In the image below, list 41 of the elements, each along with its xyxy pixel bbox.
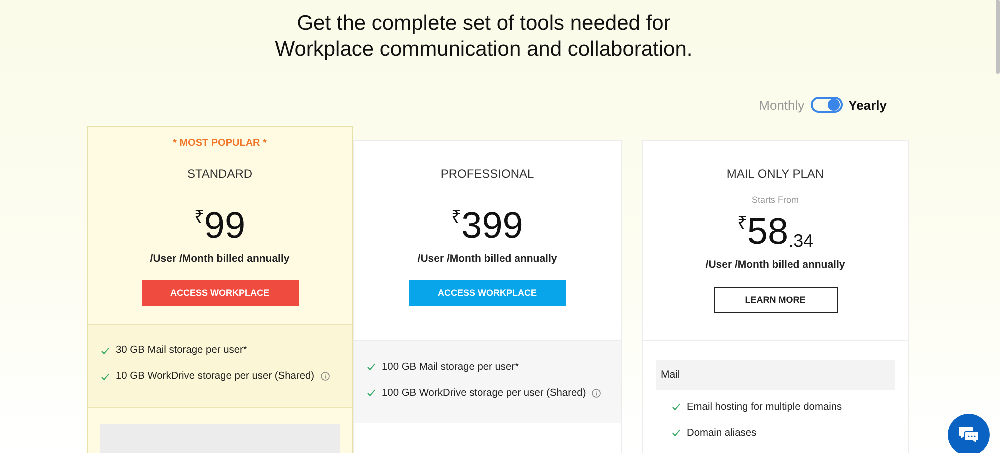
check-icon [367, 389, 376, 397]
feature-text: 10 GB WorkDrive storage per user (Shared) [116, 371, 315, 382]
chat-button[interactable] [948, 414, 990, 453]
starts-from-label: Starts From [752, 194, 799, 207]
learn-more-button[interactable]: LEARN MORE [714, 287, 838, 313]
check-icon [101, 346, 110, 355]
access-button[interactable]: ACCESS WORKPLACE [142, 280, 298, 306]
yearly-label: Yearly [848, 98, 887, 112]
plan-name: MAIL ONLY PLAN [726, 166, 824, 183]
billing-period: /User /Month billed annually [706, 258, 846, 273]
check-icon [672, 429, 681, 437]
plan-name: STANDARD [187, 166, 253, 183]
feature-text: 100 GB WorkDrive storage per user (Shared) [382, 388, 586, 398]
billing-period: /User /Month billed annually [418, 252, 558, 267]
page-heading: Workplace communication and collaboration. [275, 37, 693, 63]
feature-text: Email hosting for multiple domains [687, 402, 842, 412]
billing-toggle[interactable] [810, 97, 843, 113]
currency-symbol: ₹ [452, 206, 462, 228]
plan-price: 99 [204, 204, 246, 248]
check-icon [101, 372, 110, 381]
feature-text: Domain aliases [687, 428, 757, 438]
check-icon [672, 403, 681, 411]
plan-name: PROFESSIONAL [440, 166, 534, 183]
currency-symbol: ₹ [194, 206, 204, 228]
price-decimals: .34 [788, 230, 814, 252]
feature-text: 30 GB Mail storage per user* [116, 345, 248, 356]
feature-text: 100 GB Mail storage per user* [382, 362, 520, 372]
plan-price: 399 [462, 204, 524, 248]
info-icon[interactable] [320, 372, 330, 382]
access-button[interactable]: ACCESS WORKPLACE [409, 280, 566, 306]
info-icon[interactable] [592, 388, 602, 398]
chat-icon [958, 426, 980, 444]
monthly-label: Monthly [759, 98, 805, 112]
popular-label: * MOST POPULAR * [173, 137, 267, 151]
billing-period: /User /Month billed annually [150, 252, 290, 267]
scrollbar-thumb[interactable] [996, 0, 1000, 74]
currency-symbol: ₹ [737, 212, 748, 234]
feature-group-header: Mail [656, 360, 895, 390]
page-heading: Get the complete set of tools needed for [297, 11, 671, 37]
plan-price: 58 [747, 210, 789, 254]
check-icon [367, 363, 376, 371]
